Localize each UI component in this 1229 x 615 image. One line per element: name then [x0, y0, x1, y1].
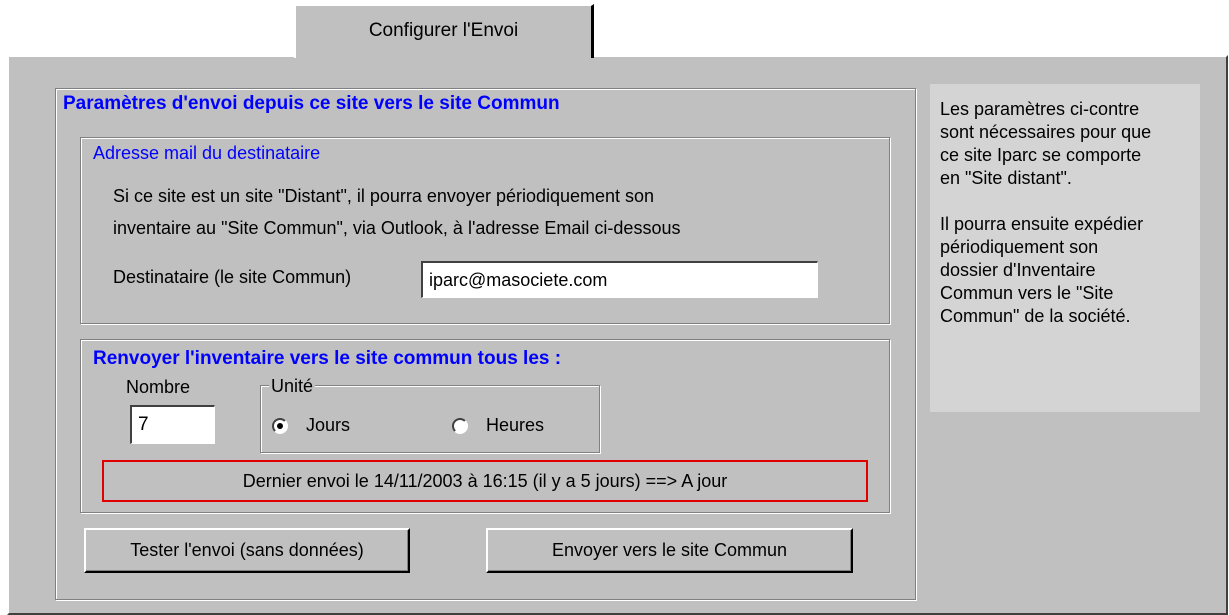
- description-line-1: Si ce site est un site "Distant", il pou…: [113, 186, 655, 206]
- last-send-status: Dernier envoi le 14/11/2003 à 16:15 (il …: [102, 460, 868, 502]
- unit-group-label: Unité: [269, 376, 316, 397]
- nombre-field[interactable]: [130, 405, 215, 444]
- nombre-label: Nombre: [126, 377, 191, 397]
- recipient-description: Si ce site est un site "Distant", il pou…: [113, 180, 680, 244]
- recipient-label: Destinataire (le site Commun): [113, 267, 352, 287]
- recipient-address-title: Adresse mail du destinataire: [93, 143, 321, 163]
- info-paragraph-1: Les paramètres ci-contre sont nécessaire…: [940, 99, 1152, 188]
- radio-heures[interactable]: Heures: [452, 415, 544, 436]
- description-line-2: inventaire au "Site Commun", via Outlook…: [113, 218, 681, 238]
- radio-jours-label: Jours: [306, 415, 351, 435]
- info-panel: Les paramètres ci-contre sont nécessaire…: [930, 84, 1200, 412]
- radio-jours[interactable]: Jours: [272, 415, 350, 436]
- tab-configurer-envoi[interactable]: Configurer l'Envoi: [294, 4, 594, 58]
- recipient-email-field[interactable]: [421, 261, 818, 298]
- resend-title: Renvoyer l'inventaire vers le site commu…: [93, 348, 562, 369]
- radio-selected-icon[interactable]: [272, 417, 288, 434]
- info-paragraph-2: Il pourra ensuite expédier périodiquemen…: [940, 214, 1144, 326]
- test-send-button[interactable]: Tester l'envoi (sans données): [84, 528, 410, 573]
- send-settings-title: Paramètres d'envoi depuis ce site vers l…: [63, 93, 560, 114]
- send-to-common-button[interactable]: Envoyer vers le site Commun: [486, 528, 853, 573]
- radio-heures-label: Heures: [486, 415, 545, 435]
- tab-label: Configurer l'Envoi: [368, 20, 519, 41]
- radio-unselected-icon[interactable]: [452, 417, 468, 434]
